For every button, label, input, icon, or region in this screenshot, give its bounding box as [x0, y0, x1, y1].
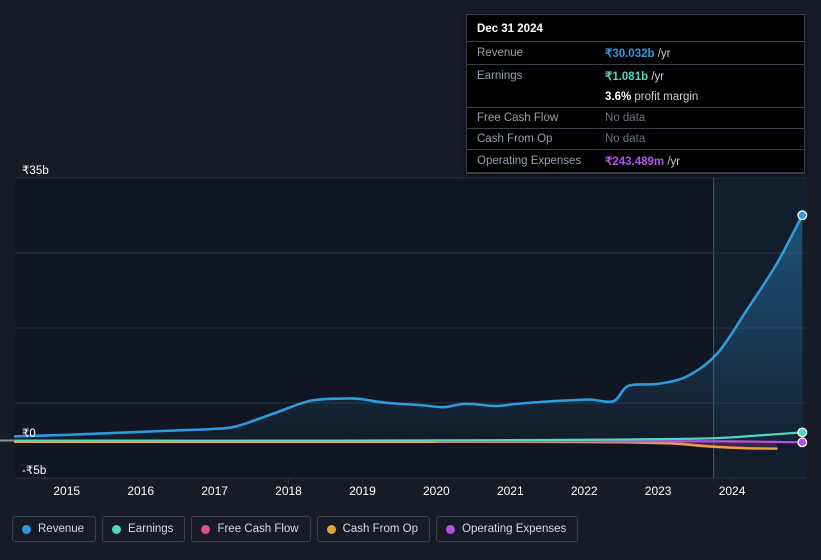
- legend-label: Revenue: [38, 523, 85, 535]
- tooltip-no-data: No data: [605, 133, 646, 145]
- tooltip-row: Revenue ₹30.032b /yr: [467, 41, 804, 65]
- tooltip-row-label: Revenue: [467, 41, 595, 65]
- legend-color-swatch-icon: [326, 524, 336, 534]
- legend-label: Cash From Op: [342, 523, 419, 535]
- tooltip-amount: 3.6%: [605, 91, 632, 103]
- legend-item-cash-from-op[interactable]: Cash From Op: [316, 516, 431, 542]
- financial-chart: ₹35b ₹0 -₹5b 2015 2016 2017 2018 2019 2020 2021 2…: [0, 0, 821, 560]
- legend-item-earnings[interactable]: Earnings: [102, 516, 186, 542]
- legend-color-swatch-icon: [446, 524, 456, 534]
- x-tick-label: 2021: [496, 484, 524, 498]
- x-tick-label: 2016: [127, 484, 155, 498]
- tooltip-amount: ₹243.489m: [605, 156, 665, 168]
- tooltip-row-value: ₹30.032b /yr: [595, 41, 804, 65]
- tooltip-row: Earnings ₹1.081b /yr: [467, 64, 804, 87]
- y-tick-label: ₹0: [22, 427, 36, 440]
- legend-label: Earnings: [128, 523, 174, 535]
- tooltip-no-data: No data: [605, 112, 646, 124]
- legend-color-swatch-icon: [22, 524, 31, 534]
- x-tick-label: 2015: [53, 484, 81, 498]
- tooltip-amount: ₹30.032b: [605, 48, 655, 60]
- y-tick-label: ₹35b: [22, 165, 49, 177]
- tooltip-row-label: Earnings: [467, 64, 595, 87]
- tooltip-row: Operating Expenses ₹243.489m /yr: [467, 149, 804, 173]
- x-tick-label: 2017: [201, 484, 228, 498]
- data-tooltip: Dec 31 2024 Revenue ₹30.032b /yr Earnings ₹…: [466, 14, 805, 174]
- legend-item-free-cash-flow[interactable]: Free Cash Flow: [191, 516, 311, 542]
- tooltip-table: Revenue ₹30.032b /yr Earnings ₹1.081b /yr 3.…: [467, 41, 804, 173]
- tooltip-row-label: Free Cash Flow: [467, 107, 595, 129]
- tooltip-row-label: Operating Expenses: [467, 149, 595, 173]
- legend-color-swatch-icon: [112, 524, 122, 534]
- tooltip-amount-suffix: /yr: [648, 71, 665, 83]
- tooltip-row-label: Cash From Op: [467, 128, 595, 150]
- legend-item-operating-expenses[interactable]: Operating Expenses: [436, 516, 579, 542]
- y-tick-label: -₹5b: [22, 465, 47, 477]
- tooltip-row: Free Cash Flow No data: [467, 107, 804, 129]
- tooltip-amount-suffix: /yr: [664, 156, 681, 168]
- tooltip-row: 3.6% profit margin: [467, 87, 804, 108]
- x-tick-label: 2023: [644, 484, 672, 498]
- legend-item-revenue[interactable]: Revenue: [12, 516, 97, 542]
- x-tick-label: 2024: [718, 484, 746, 498]
- tooltip-row-value: 3.6% profit margin: [595, 87, 804, 108]
- x-tick-label: 2022: [570, 484, 598, 498]
- tooltip-row-value: ₹1.081b /yr: [595, 64, 804, 87]
- x-tick-label: 2018: [275, 484, 302, 498]
- tooltip-row-value: No data: [595, 107, 804, 129]
- tooltip-row-value: No data: [595, 128, 804, 150]
- tooltip-date: Dec 31 2024: [477, 23, 543, 35]
- tooltip-row-label: [467, 87, 595, 108]
- tooltip-row: Cash From Op No data: [467, 128, 804, 150]
- x-tick-label: 2019: [349, 484, 376, 498]
- tooltip-amount-suffix: profit margin: [631, 91, 699, 103]
- legend-label: Free Cash Flow: [217, 523, 299, 535]
- x-tick-label: 2020: [423, 484, 450, 498]
- tooltip-amount-suffix: /yr: [654, 48, 671, 60]
- tooltip-row-value: ₹243.489m /yr: [595, 149, 804, 173]
- legend-color-swatch-icon: [201, 524, 211, 534]
- tooltip-amount: ₹1.081b: [605, 71, 649, 83]
- legend-label: Operating Expenses: [462, 523, 567, 535]
- chart-legend[interactable]: Revenue Earnings Free Cash Flow Cash From O…: [12, 516, 579, 542]
